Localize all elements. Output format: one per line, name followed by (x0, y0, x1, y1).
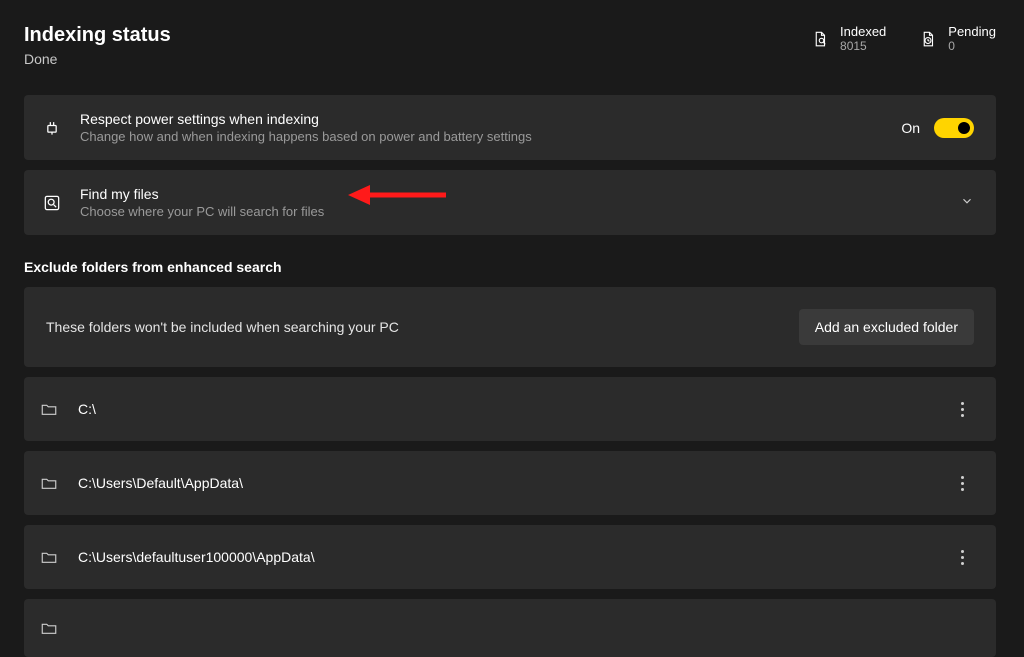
excluded-folder-row[interactable]: C:\ (24, 377, 996, 441)
pending-value: 0 (948, 39, 996, 53)
find-my-files-title: Find my files (80, 186, 960, 202)
stat-indexed: Indexed 8015 (810, 24, 886, 53)
find-my-files-card[interactable]: Find my files Choose where your PC will … (24, 170, 996, 235)
search-file-icon (40, 191, 64, 215)
power-plug-icon (40, 116, 64, 140)
folder-icon (40, 400, 60, 418)
more-options-button[interactable] (950, 545, 974, 569)
toggle-state-label: On (901, 120, 920, 136)
folder-path: C:\Users\Default\AppData\ (78, 475, 950, 491)
exclude-section-heading: Exclude folders from enhanced search (24, 259, 996, 275)
folder-path: C:\Users\defaultuser100000\AppData\ (78, 549, 950, 565)
more-options-button[interactable] (950, 397, 974, 421)
folder-icon (40, 548, 60, 566)
page-title: Indexing status (24, 24, 171, 47)
power-card-title: Respect power settings when indexing (80, 111, 901, 127)
pending-file-icon (918, 29, 938, 49)
excluded-folder-row[interactable] (24, 599, 996, 657)
power-toggle[interactable] (934, 118, 974, 138)
power-settings-card[interactable]: Respect power settings when indexing Cha… (24, 95, 996, 160)
folder-icon (40, 619, 60, 637)
excluded-folder-row[interactable]: C:\Users\defaultuser100000\AppData\ (24, 525, 996, 589)
indexed-value: 8015 (840, 39, 886, 53)
stats-group: Indexed 8015 Pending 0 (810, 24, 996, 53)
folder-path: C:\ (78, 401, 950, 417)
add-excluded-folder-button[interactable]: Add an excluded folder (799, 309, 974, 345)
indexed-label: Indexed (840, 24, 886, 39)
exclude-description: These folders won't be included when sea… (46, 319, 799, 335)
power-card-subtitle: Change how and when indexing happens bas… (80, 129, 901, 144)
exclude-description-card: These folders won't be included when sea… (24, 287, 996, 367)
find-my-files-subtitle: Choose where your PC will search for fil… (80, 204, 960, 219)
title-block: Indexing status Done (24, 24, 171, 67)
chevron-down-icon (960, 194, 974, 211)
indexed-file-icon (810, 29, 830, 49)
excluded-folder-row[interactable]: C:\Users\Default\AppData\ (24, 451, 996, 515)
header-row: Indexing status Done Indexed 8015 Pendin… (24, 24, 996, 67)
more-options-button[interactable] (950, 471, 974, 495)
pending-label: Pending (948, 24, 996, 39)
folder-icon (40, 474, 60, 492)
indexing-status-value: Done (24, 51, 171, 67)
stat-pending: Pending 0 (918, 24, 996, 53)
